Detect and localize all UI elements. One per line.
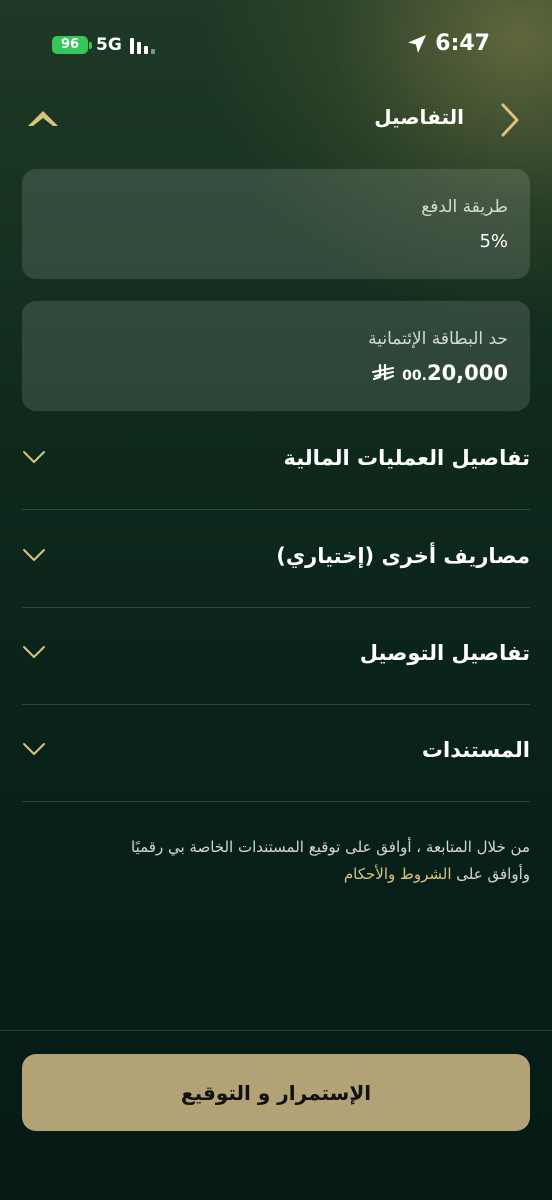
consent-line-2: وأوافق على الشروط والأحكام	[22, 861, 530, 888]
back-chevron-icon[interactable]	[498, 100, 522, 140]
section-documents-label: المستندات	[421, 738, 530, 762]
credit-limit-decimal: .00	[402, 368, 427, 384]
consent-text: من خلال المتابعة ، أوافق على توقيع المست…	[22, 834, 530, 888]
continue-sign-button[interactable]: الإستمرار و التوقيع	[22, 1054, 530, 1131]
footer-divider	[0, 1030, 552, 1031]
credit-limit-label: حد البطاقة الإئتمانية	[368, 329, 508, 349]
chevron-down-icon[interactable]	[22, 645, 46, 659]
credit-limit-card: حد البطاقة الإئتمانية 20,000.00	[22, 301, 530, 411]
battery-tip	[89, 42, 92, 49]
consent-line-2-prefix: وأوافق على	[451, 865, 530, 883]
terms-link[interactable]: الشروط والأحكام	[344, 865, 452, 883]
payment-method-value: 5%	[479, 231, 508, 252]
credit-limit-amount: 20,000	[426, 361, 508, 385]
riyal-currency-icon	[372, 364, 395, 381]
bank-logo-icon	[28, 111, 58, 126]
page-title: التفاصيل	[374, 105, 464, 129]
location-arrow-icon	[408, 34, 427, 53]
battery-indicator: 96	[52, 36, 88, 54]
credit-limit-value: 20,000.00	[372, 361, 508, 385]
page-header: التفاصيل	[0, 96, 552, 144]
chevron-down-icon[interactable]	[22, 742, 46, 756]
section-other-fees[interactable]: مصاريف أخرى (إختياري)	[22, 510, 530, 608]
status-clock: 6:47	[407, 31, 490, 56]
status-bar: 96 5G 6:47	[0, 0, 552, 90]
signal-icon	[130, 38, 155, 54]
section-delivery-details[interactable]: تفاصيل التوصيل	[22, 607, 530, 705]
section-delivery-details-label: تفاصيل التوصيل	[359, 641, 530, 665]
section-financial-details-label: تفاصيل العمليات المالية	[283, 446, 530, 470]
payment-method-card: طريقة الدفع 5%	[22, 169, 530, 279]
consent-line-1: من خلال المتابعة ، أوافق على توقيع المست…	[131, 838, 530, 856]
section-other-fees-label: مصاريف أخرى (إختياري)	[276, 544, 530, 568]
section-financial-details[interactable]: تفاصيل العمليات المالية	[22, 412, 530, 510]
time-text: 6:47	[435, 31, 490, 56]
section-documents[interactable]: المستندات	[22, 704, 530, 802]
payment-method-label: طريقة الدفع	[421, 197, 508, 217]
chevron-down-icon[interactable]	[22, 548, 46, 562]
chevron-down-icon[interactable]	[22, 450, 46, 464]
network-type: 5G	[96, 35, 122, 55]
